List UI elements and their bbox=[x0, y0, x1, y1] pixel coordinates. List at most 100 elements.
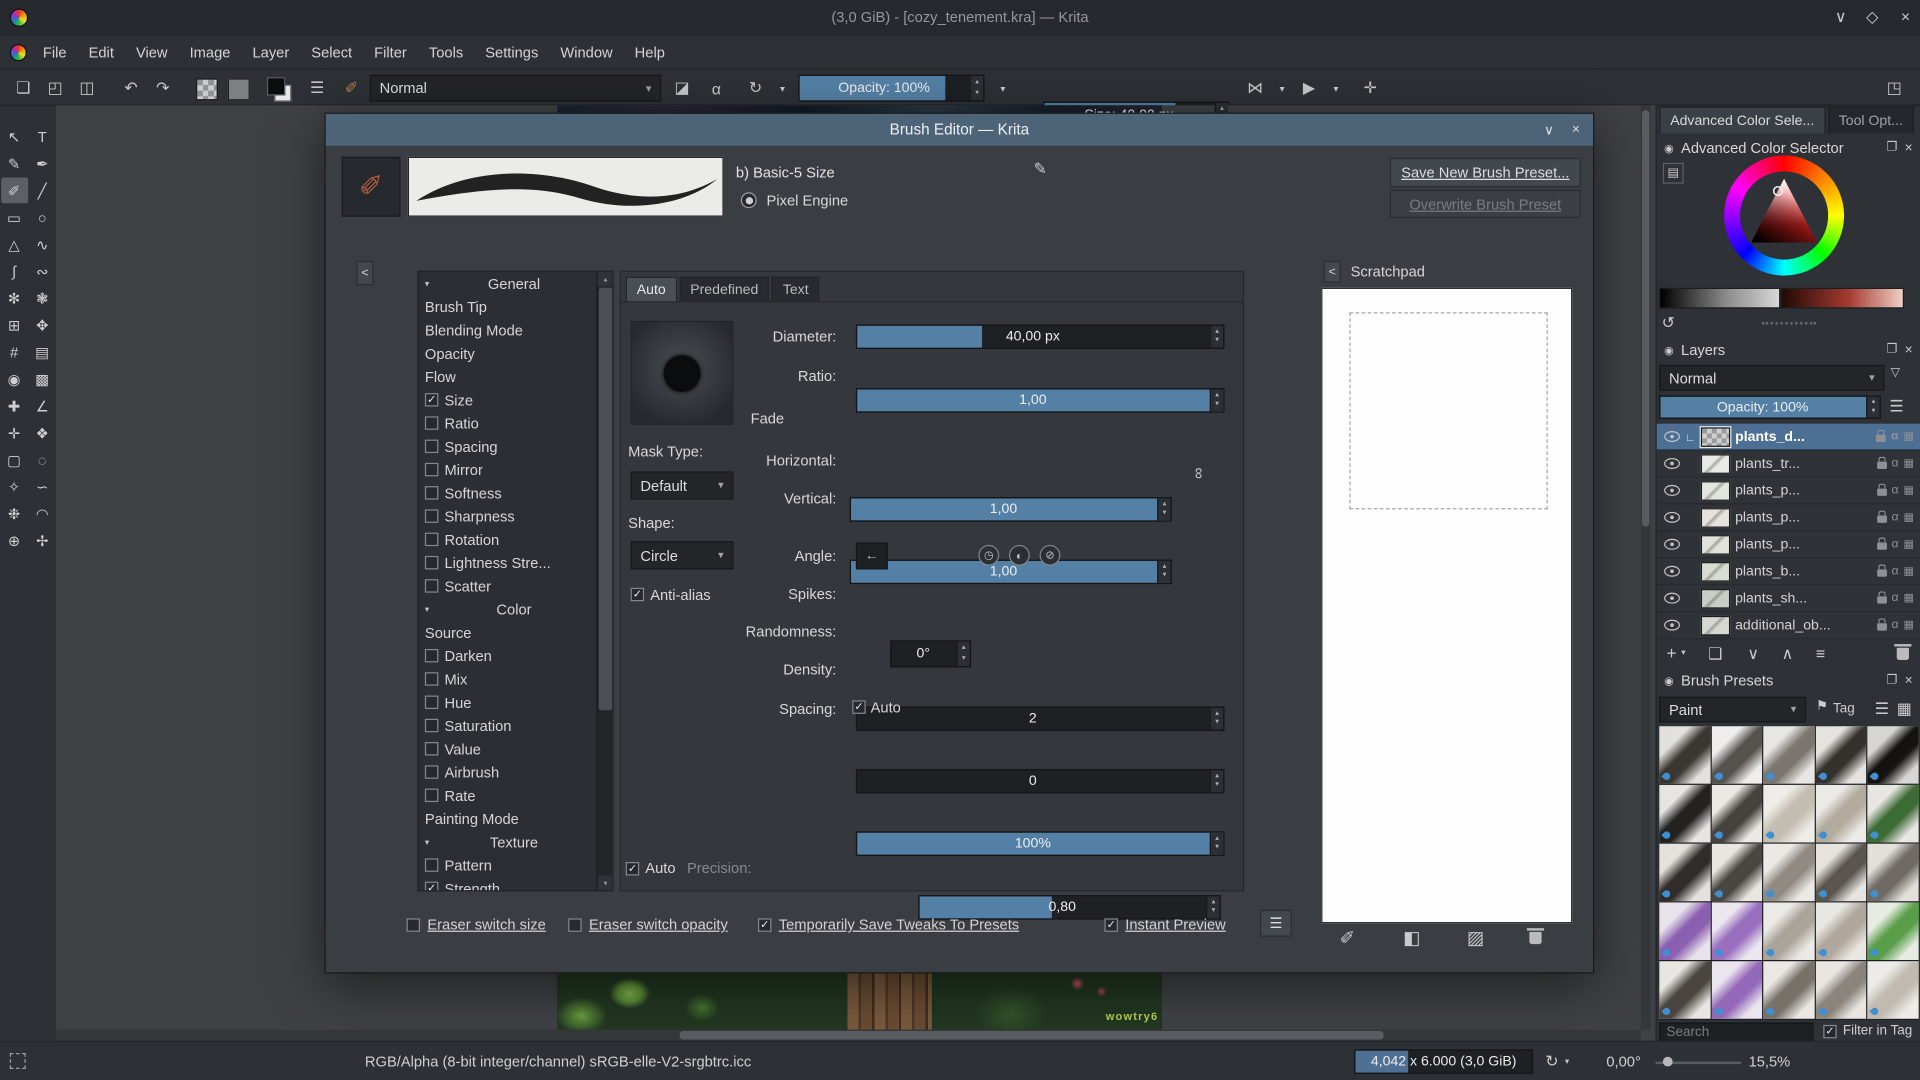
color-sampler-tool[interactable]: ◉ bbox=[1, 366, 28, 392]
layer-lock-icon[interactable] bbox=[1876, 483, 1887, 496]
tag-icon[interactable]: ⚑ bbox=[1816, 700, 1828, 713]
eraser-mode-icon[interactable]: ◪ bbox=[669, 75, 696, 102]
polygon-select-tool[interactable]: ✧ bbox=[1, 474, 28, 500]
move-tool[interactable]: ✥ bbox=[29, 312, 56, 338]
rotation-caret-icon[interactable]: ▾ bbox=[1565, 1058, 1569, 1067]
brush-preset-thumbnail[interactable] bbox=[1815, 726, 1867, 784]
menubar-item[interactable]: Select bbox=[300, 44, 363, 61]
brush-option-row[interactable]: ▾ Ratio bbox=[419, 411, 598, 434]
reload-caret-icon[interactable]: ▾ bbox=[769, 75, 796, 102]
save-document-icon[interactable]: ◫ bbox=[73, 75, 100, 102]
layer-frame-icon[interactable]: ▦ bbox=[1903, 484, 1913, 497]
brush-tip-tab[interactable]: Auto bbox=[625, 276, 677, 302]
brush-preset-thumbnail[interactable] bbox=[1763, 902, 1815, 960]
scratchpad-paint-icon[interactable]: ✐ bbox=[1340, 929, 1355, 947]
layer-row[interactable]: plants_d... α ▦ bbox=[1656, 423, 1920, 451]
brush-preset-thumbnail[interactable] bbox=[1815, 961, 1867, 1019]
smart-patch-tool[interactable]: ✚ bbox=[1, 393, 28, 419]
float-docker-icon[interactable]: ❐ bbox=[1886, 674, 1897, 687]
canvas-hscrollbar[interactable] bbox=[56, 1029, 1641, 1041]
layer-frame-icon[interactable]: ▦ bbox=[1903, 618, 1913, 631]
brush-tip-tab[interactable]: Predefined bbox=[679, 276, 770, 302]
angle-input[interactable]: 0° bbox=[890, 640, 972, 668]
brush-preset-thumbnail[interactable] bbox=[1659, 843, 1711, 902]
brush-option-row[interactable]: ▾ Scatter bbox=[419, 574, 598, 597]
layer-frame-icon[interactable]: ▦ bbox=[1903, 511, 1913, 524]
color-triangle[interactable] bbox=[1740, 171, 1828, 259]
layer-options-menu-icon[interactable]: ☰ bbox=[1889, 398, 1903, 414]
brush-preset-thumbnail[interactable] bbox=[1711, 961, 1763, 1019]
layer-visibility-icon[interactable] bbox=[1664, 538, 1680, 550]
brush-option-row[interactable]: ▾ Mix bbox=[419, 667, 598, 690]
spikes-spinner[interactable] bbox=[1209, 707, 1224, 730]
freehand-brush-tool[interactable]: ✐ bbox=[0, 177, 28, 204]
brush-option-row[interactable]: ▾ Flow bbox=[419, 365, 598, 388]
zoom-value[interactable]: 15,5% bbox=[1749, 1053, 1791, 1070]
vscroll-thumb[interactable] bbox=[1642, 110, 1650, 527]
pattern-edit-tool[interactable]: ▩ bbox=[29, 366, 56, 392]
brush-option-row[interactable]: ▾ Blending Mode bbox=[419, 318, 598, 341]
brush-tip-tab[interactable]: Text bbox=[771, 276, 820, 302]
instant-preview-checkbox[interactable] bbox=[1104, 917, 1118, 932]
brush-option-row[interactable]: ▾ Darken bbox=[419, 644, 598, 667]
layer-row[interactable]: plants_b... α ▦ bbox=[1656, 558, 1920, 586]
layer-alpha-icon[interactable]: α bbox=[1891, 511, 1898, 524]
brush-preset-thumbnail[interactable] bbox=[1763, 784, 1815, 843]
rotation-value[interactable]: 0,00° bbox=[1587, 1053, 1640, 1070]
reference-images-tool[interactable]: ❖ bbox=[29, 420, 56, 446]
option-checkbox[interactable] bbox=[424, 509, 439, 523]
hscroll-thumb[interactable] bbox=[679, 1031, 1384, 1040]
brush-preset-thumbnail[interactable] bbox=[1867, 843, 1919, 902]
maximize-icon[interactable]: ◇ bbox=[1866, 9, 1878, 25]
option-checkbox[interactable] bbox=[424, 718, 439, 733]
option-checkbox[interactable] bbox=[424, 579, 439, 593]
layer-visibility-icon[interactable] bbox=[1664, 592, 1680, 604]
list-view-icon[interactable]: ☰ bbox=[1875, 700, 1889, 716]
brush-option-row[interactable]: ▾ General bbox=[419, 272, 598, 295]
brush-option-row[interactable]: ▾ Rate bbox=[419, 784, 598, 807]
zoom-tool[interactable]: ⊕ bbox=[1, 528, 28, 554]
brush-preset-thumbnail[interactable] bbox=[1763, 843, 1815, 902]
scratchpad-canvas[interactable] bbox=[1321, 287, 1573, 924]
select-shapes-tool[interactable]: ↖ bbox=[1, 124, 28, 150]
link-fade-icon[interactable]: ∞ bbox=[1190, 468, 1208, 479]
fade-vertical-slider[interactable]: 1,00 bbox=[849, 559, 1172, 585]
brush-option-row[interactable]: ▾ Opacity bbox=[419, 342, 598, 365]
layer-row[interactable]: plants_p... α ▦ bbox=[1656, 531, 1920, 559]
layer-blend-mode-dropdown[interactable]: Normal bbox=[1659, 364, 1885, 391]
minimize-icon[interactable]: ∨ bbox=[1835, 9, 1847, 25]
menubar-item[interactable]: Window bbox=[549, 44, 623, 61]
menubar-item[interactable]: Filter bbox=[363, 44, 418, 61]
menubar-item[interactable]: View bbox=[125, 44, 179, 61]
dialog-detach-icon[interactable]: ∨ bbox=[1539, 120, 1559, 140]
measure-tool[interactable]: ∠ bbox=[29, 393, 56, 419]
save-new-preset-button[interactable]: Save New Brush Preset... bbox=[1389, 157, 1581, 188]
option-checkbox[interactable] bbox=[424, 648, 439, 663]
opacity-slider[interactable]: Opacity: 100% bbox=[798, 74, 985, 102]
spacing-spinner[interactable] bbox=[1206, 896, 1220, 919]
shade-gradient-strip[interactable] bbox=[1780, 287, 1905, 309]
brush-option-row[interactable]: ▾ Pattern bbox=[419, 853, 598, 876]
spikes-slider[interactable]: 2 bbox=[855, 706, 1225, 732]
wraparound-mode-icon[interactable]: ✛ bbox=[1357, 75, 1384, 102]
preset-search-input[interactable] bbox=[1659, 1022, 1814, 1043]
menubar-item[interactable]: Layer bbox=[241, 44, 300, 61]
h-spinner[interactable] bbox=[1157, 498, 1171, 521]
layer-lock-icon[interactable] bbox=[1876, 429, 1887, 442]
menubar-item[interactable]: File bbox=[32, 44, 78, 61]
blending-mode-dropdown[interactable]: Normal bbox=[369, 74, 662, 102]
options-scrollbar[interactable]: ▴ ▾ bbox=[596, 271, 613, 891]
brush-preset-thumbnail[interactable] bbox=[1659, 784, 1711, 843]
opacity-caret-icon[interactable]: ▾ bbox=[989, 75, 1016, 102]
brush-preset-thumbnail[interactable] bbox=[1763, 726, 1815, 784]
layer-alpha-icon[interactable]: α bbox=[1891, 591, 1898, 604]
layer-lock-icon[interactable] bbox=[1876, 590, 1887, 604]
engine-radio[interactable] bbox=[740, 192, 757, 209]
brush-option-row[interactable]: ▾ Rotation bbox=[419, 528, 598, 551]
scratchpad-clear-icon[interactable] bbox=[1526, 928, 1545, 945]
docker-tab[interactable]: Advanced Color Sele... bbox=[1659, 106, 1826, 134]
option-checkbox[interactable] bbox=[424, 439, 439, 454]
mirror-vertical-icon[interactable]: ▶ bbox=[1296, 75, 1323, 102]
fade-horizontal-slider[interactable]: 1,00 bbox=[849, 497, 1172, 522]
brush-option-row[interactable]: ▾ Softness bbox=[419, 481, 598, 504]
